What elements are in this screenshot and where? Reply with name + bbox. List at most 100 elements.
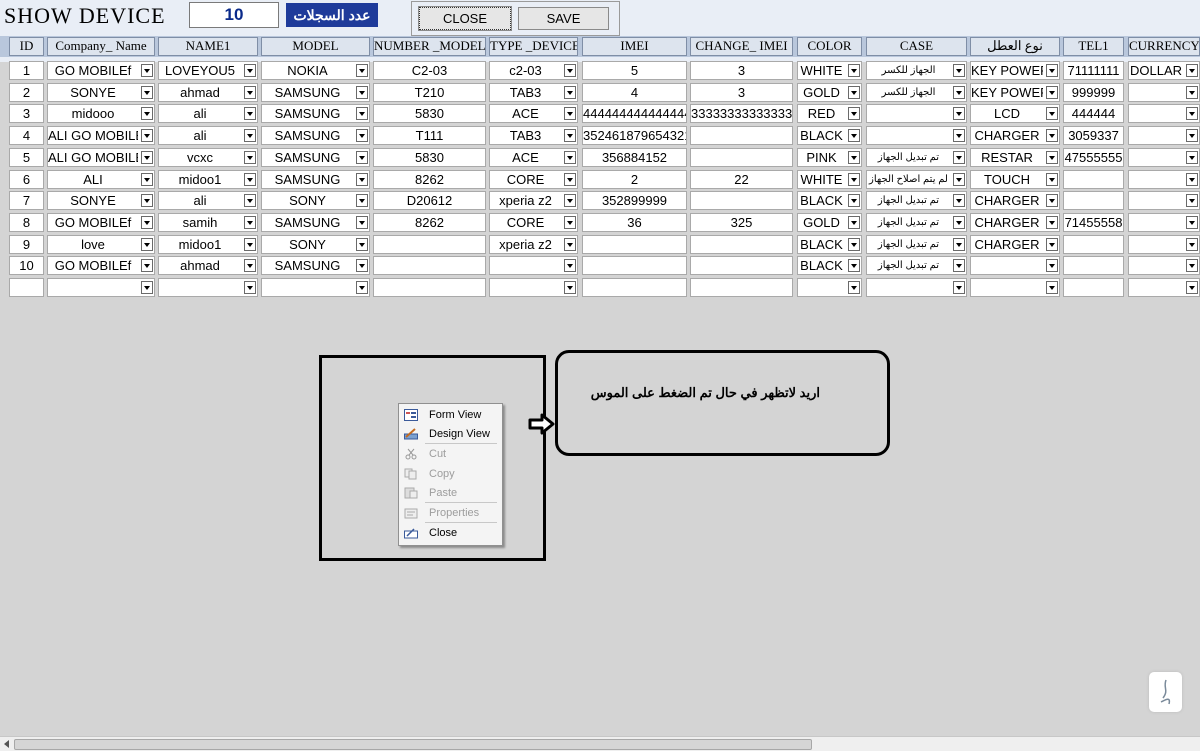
dropdown-arrow-icon[interactable]: [953, 259, 965, 273]
dropdown-arrow-icon[interactable]: [1186, 150, 1198, 164]
text-field[interactable]: 3: [690, 82, 793, 102]
dropdown-arrow-icon[interactable]: [564, 150, 576, 164]
combo-box[interactable]: الجهاز للكسر: [866, 82, 967, 102]
combo-box[interactable]: midooo: [47, 104, 155, 124]
combo-box[interactable]: xperia z2: [489, 191, 578, 211]
combo-box[interactable]: ALI GO MOBILE: [47, 147, 155, 167]
text-field[interactable]: 2: [9, 82, 44, 102]
combo-box[interactable]: [1128, 278, 1200, 297]
dropdown-arrow-icon[interactable]: [953, 237, 965, 251]
combo-box[interactable]: تم تبديل الجهاز: [866, 256, 967, 276]
combo-box[interactable]: تم تبديل الجهاز: [866, 191, 967, 211]
text-field[interactable]: [690, 126, 793, 146]
text-field[interactable]: 33333333333333: [690, 104, 793, 124]
text-field[interactable]: [373, 256, 486, 276]
combo-box[interactable]: ACE: [489, 147, 578, 167]
dropdown-arrow-icon[interactable]: [141, 85, 153, 99]
dropdown-arrow-icon[interactable]: [953, 281, 965, 294]
dropdown-arrow-icon[interactable]: [141, 172, 153, 186]
combo-box[interactable]: [489, 256, 578, 276]
combo-box[interactable]: SAMSUNG: [261, 169, 370, 189]
combo-box[interactable]: CORE: [489, 169, 578, 189]
combo-box[interactable]: BLACK: [797, 234, 862, 254]
dropdown-arrow-icon[interactable]: [848, 85, 860, 99]
text-field[interactable]: T111: [373, 126, 486, 146]
combo-box[interactable]: TAB3: [489, 82, 578, 102]
combo-box[interactable]: [1128, 256, 1200, 276]
text-field[interactable]: [582, 256, 687, 276]
dropdown-arrow-icon[interactable]: [953, 215, 965, 229]
combo-box[interactable]: c2-03: [489, 61, 578, 80]
combo-box[interactable]: SONYE: [47, 191, 155, 211]
combo-box[interactable]: تم تبديل الجهاز: [866, 234, 967, 254]
combo-box[interactable]: تم تبديل الجهاز: [866, 212, 967, 232]
combo-box[interactable]: [970, 256, 1060, 276]
combo-box[interactable]: [866, 278, 967, 297]
text-field[interactable]: 444444444444444: [582, 104, 687, 124]
dropdown-arrow-icon[interactable]: [953, 64, 965, 77]
combo-box[interactable]: SAMSUNG: [261, 212, 370, 232]
dropdown-arrow-icon[interactable]: [356, 64, 368, 77]
scrollbar-thumb[interactable]: [14, 739, 812, 750]
column-header[interactable]: NAME1: [158, 37, 258, 56]
text-field[interactable]: 352899999: [582, 191, 687, 211]
combo-box[interactable]: GO MOBILEf: [47, 212, 155, 232]
combo-box[interactable]: PINK: [797, 147, 862, 167]
combo-box[interactable]: RED: [797, 104, 862, 124]
combo-box[interactable]: midoo1: [158, 234, 258, 254]
column-header[interactable]: IMEI: [582, 37, 687, 56]
combo-box[interactable]: WHITE: [797, 61, 862, 80]
text-field[interactable]: 10: [9, 256, 44, 276]
combo-box[interactable]: RESTAR: [970, 147, 1060, 167]
combo-box[interactable]: لم يتم اصلاح الجهاز: [866, 169, 967, 189]
dropdown-arrow-icon[interactable]: [564, 129, 576, 143]
dropdown-arrow-icon[interactable]: [1186, 129, 1198, 143]
dropdown-arrow-icon[interactable]: [244, 259, 256, 273]
combo-box[interactable]: SONYE: [47, 82, 155, 102]
combo-box[interactable]: [1128, 126, 1200, 146]
text-field[interactable]: [1063, 278, 1124, 297]
column-header[interactable]: COLOR: [797, 37, 862, 56]
dropdown-arrow-icon[interactable]: [1186, 194, 1198, 208]
menu-item-form-view[interactable]: Form View: [401, 406, 500, 425]
dropdown-arrow-icon[interactable]: [141, 129, 153, 143]
horizontal-scrollbar[interactable]: [0, 736, 1200, 751]
dropdown-arrow-icon[interactable]: [564, 64, 576, 77]
combo-box[interactable]: ALI GO MOBILE: [47, 126, 155, 146]
dropdown-arrow-icon[interactable]: [141, 259, 153, 273]
column-header[interactable]: NUMBER _MODEL: [373, 37, 486, 56]
combo-box[interactable]: تم تبديل الجهاز: [866, 147, 967, 167]
dropdown-arrow-icon[interactable]: [356, 237, 368, 251]
combo-box[interactable]: ahmad: [158, 256, 258, 276]
dropdown-arrow-icon[interactable]: [356, 281, 368, 294]
text-field[interactable]: 356884152: [582, 147, 687, 167]
dropdown-arrow-icon[interactable]: [953, 129, 965, 143]
combo-box[interactable]: GOLD: [797, 82, 862, 102]
combo-box[interactable]: LOVEYOU5: [158, 61, 258, 80]
text-field[interactable]: [582, 278, 687, 297]
text-field[interactable]: D20612: [373, 191, 486, 211]
dropdown-arrow-icon[interactable]: [564, 259, 576, 273]
text-field[interactable]: 5830: [373, 147, 486, 167]
combo-box[interactable]: [866, 126, 967, 146]
dropdown-arrow-icon[interactable]: [356, 215, 368, 229]
text-field[interactable]: 3059337: [1063, 126, 1124, 146]
combo-box[interactable]: TAB3: [489, 126, 578, 146]
dropdown-arrow-icon[interactable]: [1186, 107, 1198, 121]
text-field[interactable]: 4: [9, 126, 44, 146]
column-header[interactable]: نوع العطل: [970, 37, 1060, 56]
combo-box[interactable]: [1128, 234, 1200, 254]
dropdown-arrow-icon[interactable]: [564, 85, 576, 99]
dropdown-arrow-icon[interactable]: [848, 172, 860, 186]
combo-box[interactable]: xperia z2: [489, 234, 578, 254]
combo-box[interactable]: [866, 104, 967, 124]
dropdown-arrow-icon[interactable]: [141, 281, 153, 294]
text-field[interactable]: 8262: [373, 169, 486, 189]
dropdown-arrow-icon[interactable]: [356, 150, 368, 164]
combo-box[interactable]: love: [47, 234, 155, 254]
combo-box[interactable]: NOKIA: [261, 61, 370, 80]
dropdown-arrow-icon[interactable]: [244, 237, 256, 251]
dropdown-arrow-icon[interactable]: [356, 107, 368, 121]
combo-box[interactable]: SAMSUNG: [261, 256, 370, 276]
dropdown-arrow-icon[interactable]: [141, 194, 153, 208]
